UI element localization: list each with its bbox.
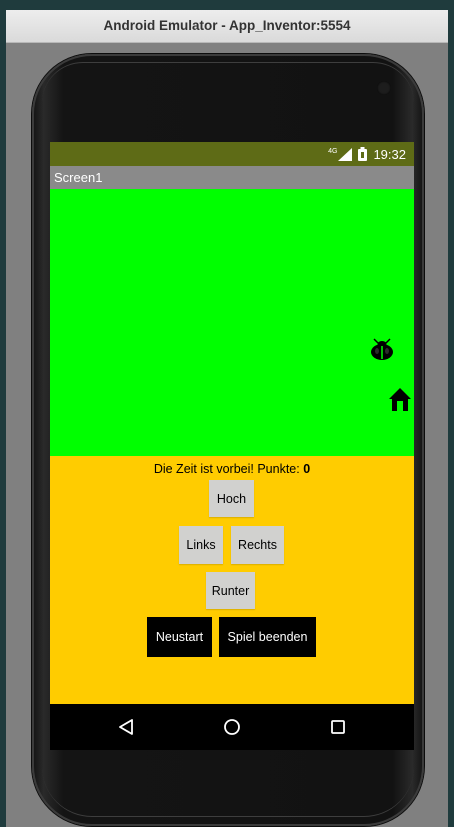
time-up-label: Die Zeit ist vorbei! Punkte:	[153, 462, 300, 476]
control-panel: Die Zeit ist vorbei! Punkte: 0 Hoch Link…	[50, 456, 414, 704]
phone-screen: 4G 19:32 Screen1 Die Zeit ist vorbei! Pu…	[50, 142, 414, 750]
home-circle-icon[interactable]	[217, 712, 247, 742]
emulator-window: Android Emulator - App_Inventor:5554 4G	[6, 10, 448, 827]
up-button[interactable]: Hoch	[209, 480, 254, 517]
battery-icon	[358, 147, 368, 161]
phone-frame: 4G 19:32 Screen1 Die Zeit ist vorbei! Pu…	[32, 54, 424, 826]
network-type: 4G	[328, 147, 338, 155]
phone-bezel-bottom	[42, 766, 414, 817]
status-icons: 4G 19:32	[328, 142, 406, 166]
app-title-bar: Screen1	[50, 166, 414, 189]
left-button[interactable]: Links	[179, 526, 223, 564]
game-canvas[interactable]	[50, 189, 414, 456]
home-icon[interactable]	[388, 386, 412, 413]
ladybug-icon[interactable]	[368, 337, 396, 361]
score-value: 0	[303, 462, 311, 476]
recents-icon[interactable]	[323, 712, 353, 742]
restart-button[interactable]: Neustart	[147, 617, 212, 657]
down-button[interactable]: Runter	[206, 572, 255, 609]
status-bar: 4G 19:32	[50, 142, 414, 166]
android-nav-bar	[50, 704, 414, 750]
window-title: Android Emulator - App_Inventor:5554	[6, 10, 448, 43]
quit-game-button[interactable]: Spiel beenden	[219, 617, 316, 657]
screen-title: Screen1	[54, 170, 103, 185]
status-message: Die Zeit ist vorbei! Punkte: 0	[50, 462, 414, 476]
front-camera	[377, 81, 391, 95]
right-button[interactable]: Rechts	[231, 526, 284, 564]
phone-bezel-top	[42, 62, 414, 103]
clock: 19:32	[373, 146, 406, 162]
signal-icon: 4G	[328, 147, 353, 161]
back-icon[interactable]	[111, 712, 141, 742]
